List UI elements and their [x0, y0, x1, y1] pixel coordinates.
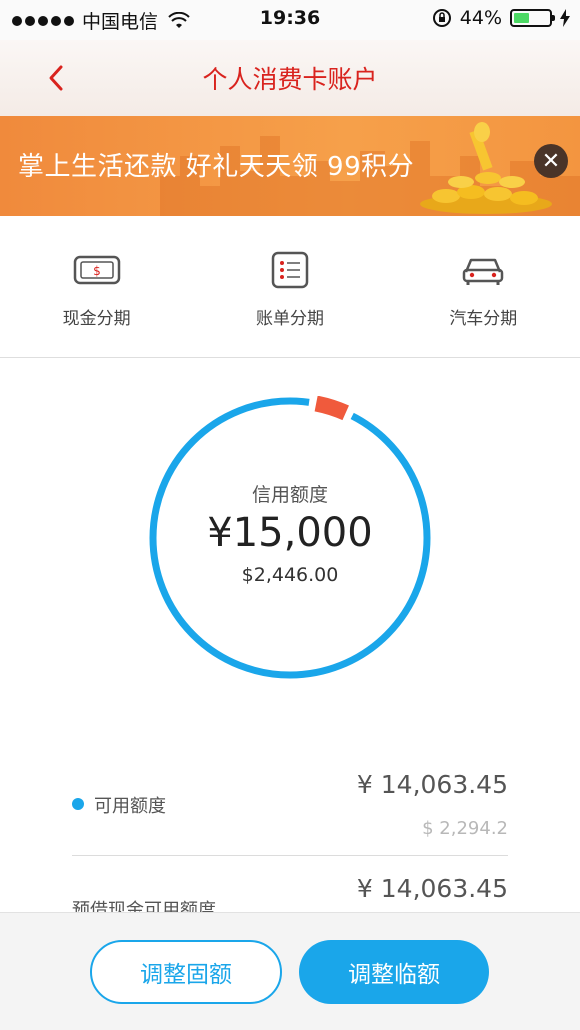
adjust-fixed-limit-button[interactable]: 调整固额	[90, 940, 282, 1004]
status-bar: 中国电信 19:36 44%	[0, 0, 580, 40]
banner-close-button[interactable]: ✕	[534, 144, 568, 178]
credit-limit-ring: 信用额度 ¥15,000 $2,446.00	[148, 396, 432, 680]
bill-list-icon	[266, 250, 314, 290]
car-installment-label: 汽车分期	[449, 309, 518, 329]
bottom-action-bar: 调整固额 调整临额	[0, 912, 580, 1030]
rotation-lock-icon	[432, 9, 451, 27]
bill-installment-label: 账单分期	[255, 309, 324, 329]
close-icon: ✕	[541, 148, 561, 174]
battery-fill	[514, 13, 529, 23]
battery-icon	[510, 9, 555, 27]
available-credit-label: 可用额度	[94, 796, 166, 817]
nav-bar: 个人消费卡账户	[0, 40, 580, 116]
credit-limit-usd: $2,446.00	[241, 564, 339, 586]
credit-limit-amount: ¥15,000	[207, 510, 373, 556]
available-credit-row: 可用额度 ¥ 14,063.45 $ 2,294.2	[72, 764, 508, 856]
bill-installment-button[interactable]: 账单分期	[193, 216, 386, 357]
car-installment-button[interactable]: 汽车分期	[387, 216, 580, 357]
battery-percent: 44%	[459, 7, 502, 29]
quick-actions: $ 现金分期 账单分期 汽车分期	[0, 216, 580, 358]
cash-advance-amount: ¥ 14,063.45	[356, 874, 508, 903]
credit-ring-text: 信用额度 ¥15,000 $2,446.00	[148, 396, 432, 680]
cash-advance-row: 预借现金可用额度 ¥ 14,063.45	[72, 856, 508, 912]
svg-text:$: $	[93, 264, 101, 278]
cash-installment-label: 现金分期	[62, 309, 131, 329]
charging-bolt-icon	[560, 9, 570, 27]
banner-text: 掌上生活还款 好礼天天领 99积分	[18, 152, 415, 182]
cash-card-icon: $	[73, 250, 121, 290]
available-credit-amount: ¥ 14,063.45	[356, 770, 508, 799]
cash-installment-button[interactable]: $ 现金分期	[0, 216, 193, 357]
page-title: 个人消费卡账户	[202, 65, 378, 94]
status-right: 44%	[432, 7, 570, 29]
promo-banner[interactable]: 掌上生活还款 好礼天天领 99积分 ✕	[0, 116, 580, 216]
adjust-temp-limit-button[interactable]: 调整临额	[299, 940, 489, 1004]
available-dot-icon	[72, 798, 84, 810]
available-credit-usd: $ 2,294.2	[422, 818, 508, 839]
cash-advance-label: 预借现金可用额度	[72, 900, 216, 912]
credit-limit-label: 信用额度	[251, 484, 328, 506]
car-icon	[459, 250, 507, 290]
